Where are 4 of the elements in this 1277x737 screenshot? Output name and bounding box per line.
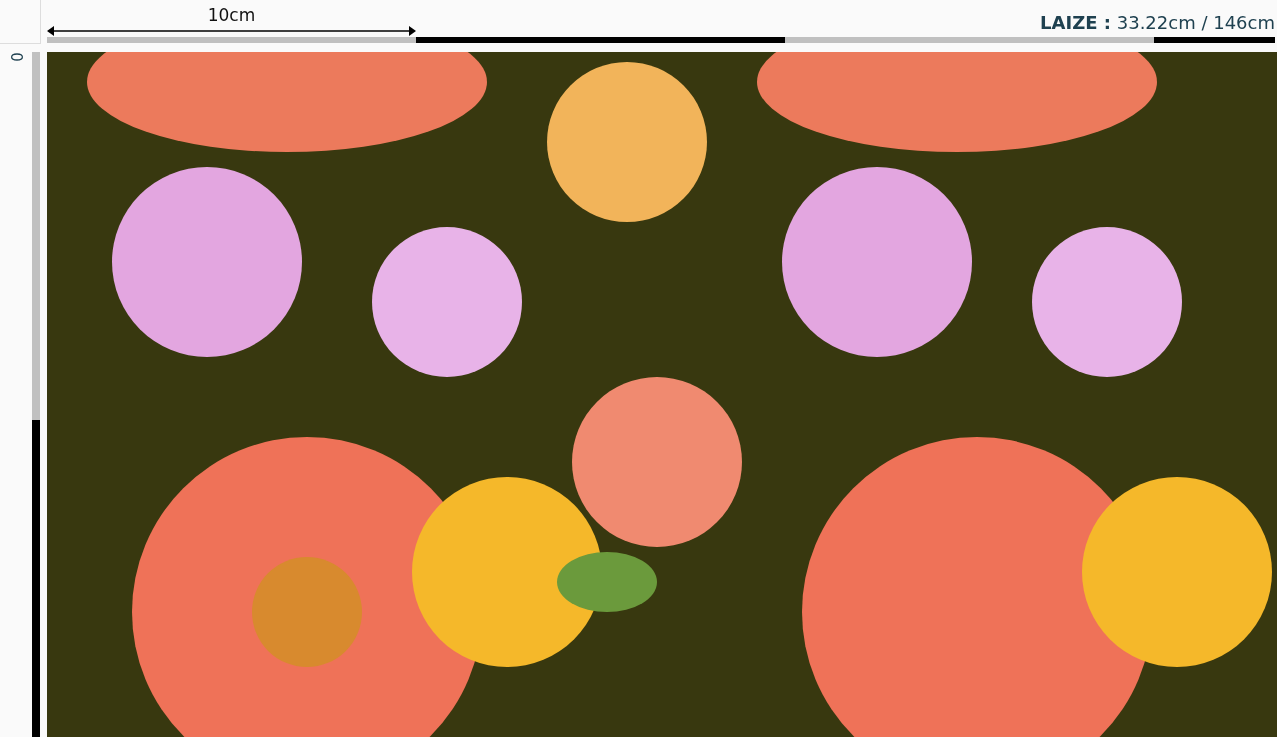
measure-label: 10cm: [207, 5, 256, 25]
fabric-width-text: LAIZE : 33.22cm / 146cm: [1040, 11, 1276, 35]
origin-label: 0: [9, 51, 23, 64]
ruler-corner: [0, 0, 41, 44]
